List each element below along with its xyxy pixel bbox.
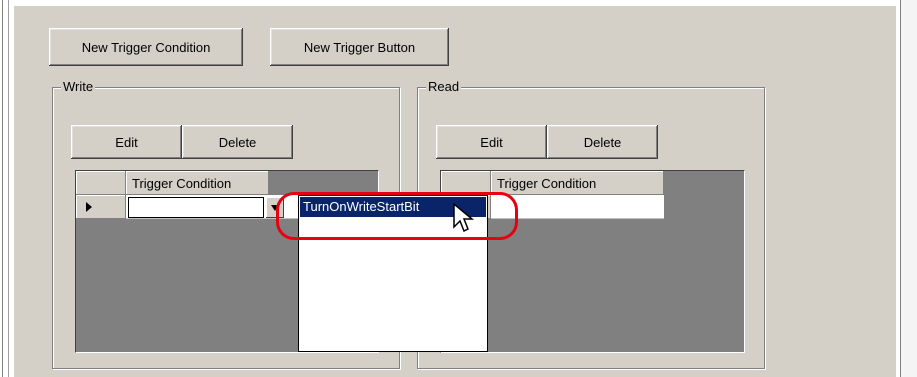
right-scroll-strip <box>900 0 917 377</box>
write-edit-button[interactable]: Edit <box>71 125 182 159</box>
new-trigger-button-button[interactable]: New Trigger Button <box>270 28 449 66</box>
mouse-pointer-icon <box>453 203 475 233</box>
write-trigger-combo-input[interactable] <box>128 197 264 218</box>
write-delete-button[interactable]: Delete <box>182 125 293 159</box>
read-trigger-cell[interactable] <box>491 195 664 219</box>
current-row-arrow-icon <box>86 202 92 212</box>
read-delete-button[interactable]: Delete <box>547 125 658 159</box>
read-group-label: Read <box>426 79 462 94</box>
read-trigger-condition-header[interactable]: Trigger Condition <box>491 171 664 195</box>
outer-frame-line <box>8 0 9 377</box>
read-edit-button[interactable]: Edit <box>436 125 547 159</box>
read-grid-corner <box>441 171 491 195</box>
write-group-label: Write <box>61 79 96 94</box>
write-row-header[interactable] <box>76 195 126 219</box>
new-trigger-condition-button[interactable]: New Trigger Condition <box>49 28 243 66</box>
outer-frame-line <box>2 0 3 377</box>
write-grid-corner <box>76 171 126 195</box>
dropdown-arrow-icon <box>271 204 279 211</box>
write-trigger-condition-header[interactable]: Trigger Condition <box>126 171 269 195</box>
write-trigger-combo-button[interactable] <box>266 197 284 218</box>
